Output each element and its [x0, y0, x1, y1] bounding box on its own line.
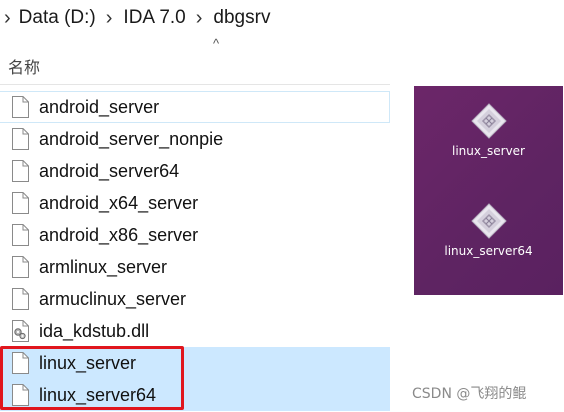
file-row[interactable]: android_x86_server [0, 219, 390, 251]
header-divider [0, 84, 390, 85]
blank-file-icon [12, 192, 29, 214]
desktop-item-label: linux_server [452, 144, 525, 158]
sort-ascending-icon: ^ [213, 36, 220, 51]
file-row[interactable]: armuclinux_server [0, 283, 390, 315]
executable-diamond-icon [470, 102, 508, 140]
file-name: armlinux_server [39, 256, 168, 277]
file-row[interactable]: android_x64_server [0, 187, 390, 219]
dll-file-icon [12, 320, 29, 342]
linux-desktop-panel: linux_server linux_server64 [414, 86, 563, 295]
blank-file-icon [12, 288, 29, 310]
desktop-item-linux-server64[interactable]: linux_server64 [414, 202, 563, 258]
blank-file-icon [12, 224, 29, 246]
blank-file-icon [12, 256, 29, 278]
chevron-right-icon[interactable]: › [106, 8, 113, 28]
file-row[interactable]: ida_kdstub.dll [0, 315, 390, 347]
red-highlight-box [0, 346, 184, 410]
file-name: android_server_nonpie [39, 128, 224, 149]
chevron-right-icon[interactable]: › [4, 8, 11, 28]
watermark: CSDN @飞翔的鲲 [412, 386, 527, 402]
breadcrumb-item-ida[interactable]: IDA 7.0 [123, 7, 185, 29]
breadcrumb-item-drive[interactable]: Data (D:) [19, 7, 96, 29]
desktop-item-label: linux_server64 [444, 244, 533, 258]
file-name: android_server64 [39, 160, 180, 181]
file-row[interactable]: armlinux_server [0, 251, 390, 283]
blank-file-icon [12, 160, 29, 182]
file-row[interactable]: android_server_nonpie [0, 123, 390, 155]
file-name: android_x64_server [39, 192, 199, 213]
file-row[interactable]: android_server64 [0, 155, 390, 187]
column-header-name[interactable]: 名称 [8, 54, 40, 78]
executable-diamond-icon [470, 202, 508, 240]
breadcrumb-item-dbgsrv[interactable]: dbgsrv [213, 7, 270, 29]
file-name: android_x86_server [39, 224, 199, 245]
file-name: ida_kdstub.dll [39, 320, 150, 341]
file-row[interactable]: android_server [0, 91, 390, 123]
file-name: armuclinux_server [39, 288, 187, 309]
chevron-right-icon[interactable]: › [196, 8, 203, 28]
breadcrumb: › Data (D:) › IDA 7.0 › dbgsrv [0, 0, 390, 36]
blank-file-icon [12, 128, 29, 150]
desktop-item-linux-server[interactable]: linux_server [414, 102, 563, 158]
blank-file-icon [12, 96, 29, 118]
file-name: android_server [39, 96, 160, 117]
